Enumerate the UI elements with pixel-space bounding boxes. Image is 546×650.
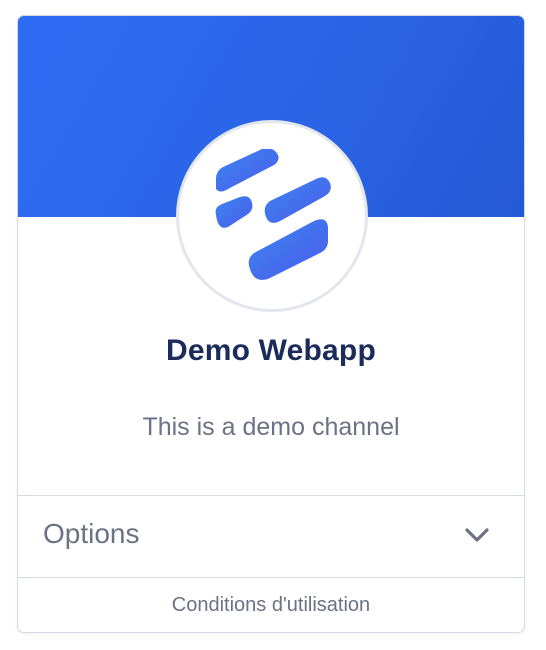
chevron-down-icon[interactable] bbox=[464, 526, 490, 544]
card-footer: Conditions d'utilisation bbox=[18, 579, 524, 632]
options-label: Options bbox=[43, 518, 140, 549]
stacked-bars-hexagon-logo-icon bbox=[215, 149, 331, 280]
divider bbox=[18, 577, 524, 578]
channel-logo bbox=[176, 120, 368, 312]
terms-of-use-link[interactable]: Conditions d'utilisation bbox=[172, 594, 370, 617]
channel-card: Demo Webapp This is a demo channel Optio… bbox=[17, 15, 525, 633]
options-toggle[interactable]: Options bbox=[18, 496, 524, 576]
channel-title: Demo Webapp bbox=[165, 334, 376, 367]
channel-description: This is a demo channel bbox=[142, 413, 400, 441]
